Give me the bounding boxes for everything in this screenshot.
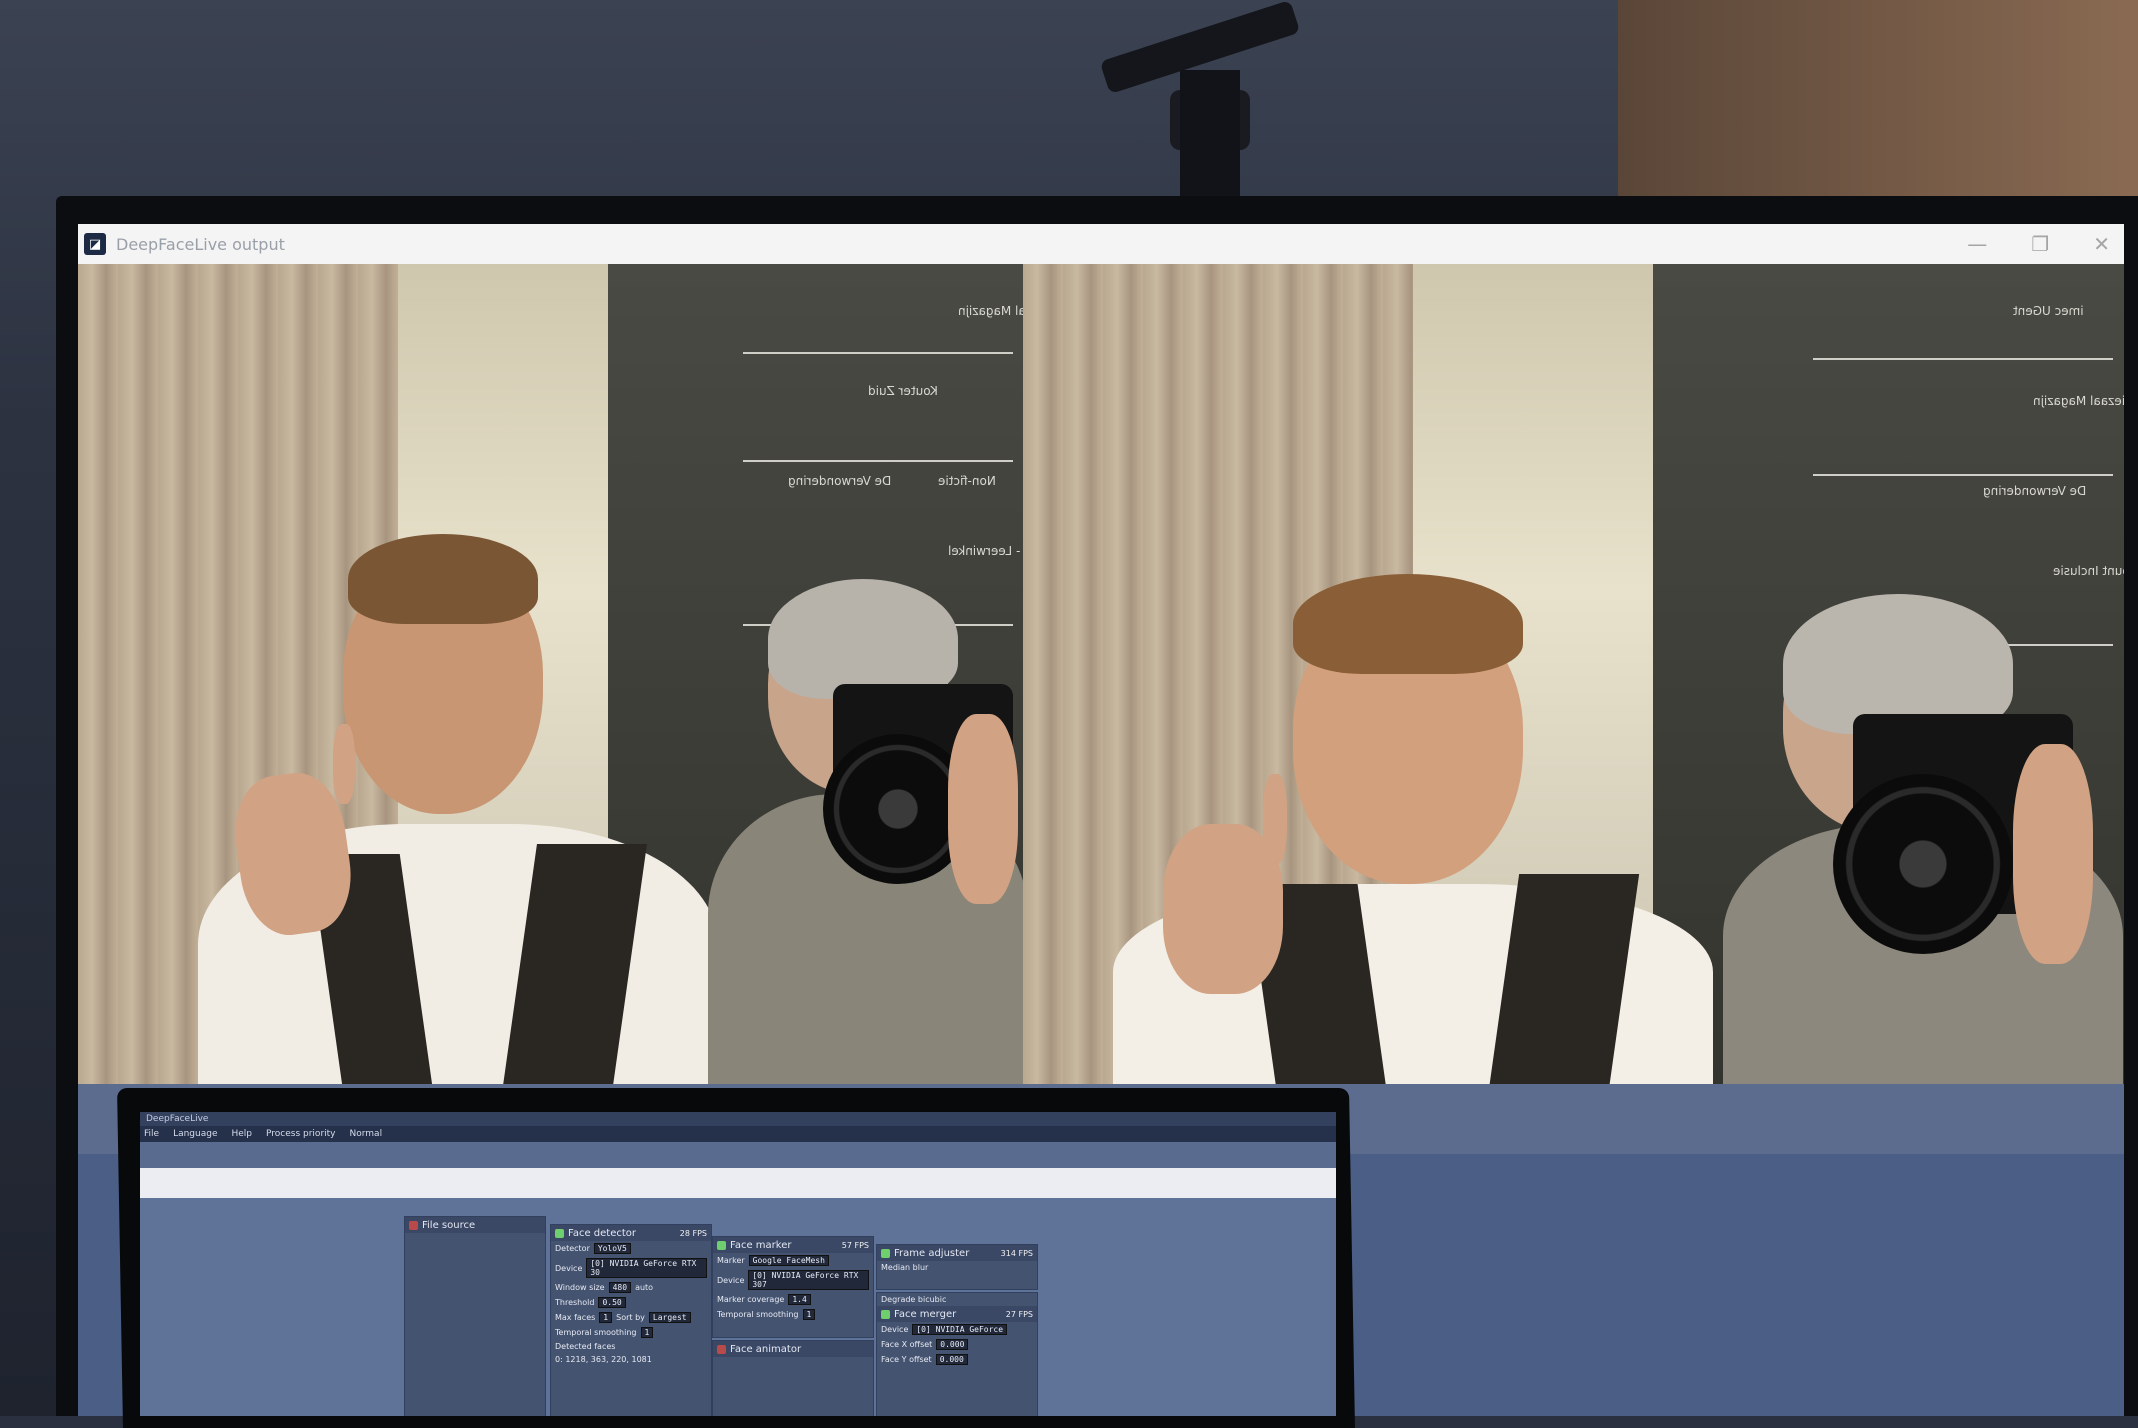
window-controls: — ❐ ✕: [1967, 224, 2110, 264]
menu-help[interactable]: Help: [231, 1126, 252, 1142]
device-select[interactable]: [0] NVIDIA GeForce RTX 30: [586, 1258, 707, 1278]
sort-by-label: Sort by: [616, 1313, 645, 1322]
maximize-button[interactable]: ❐: [2031, 232, 2049, 256]
degrade-bicubic-label: Degrade bicubic: [881, 1295, 947, 1304]
detected-faces-label: Detected faces: [555, 1342, 616, 1351]
face-y-offset-spinbox[interactable]: 0.000: [935, 1354, 968, 1365]
power-icon[interactable]: [881, 1248, 890, 1258]
device-select[interactable]: [0] NVIDIA GeForce RTX 307: [748, 1270, 869, 1290]
device-label: Device: [555, 1263, 583, 1273]
sign-text: De Stap - Leerwinkel: [948, 544, 1023, 558]
panel-title: Face marker: [730, 1239, 792, 1251]
sign-text: Studiezaal Magazijn: [958, 304, 1023, 318]
threshold-label: Threshold: [555, 1298, 595, 1307]
close-button[interactable]: ✕: [2093, 232, 2110, 256]
power-icon[interactable]: [555, 1228, 564, 1238]
temporal-smoothing-label: Temporal smoothing: [555, 1328, 637, 1337]
sign-text: Non-fictie: [938, 474, 996, 488]
sign-text: Studiezaal Magazijn: [2033, 394, 2124, 408]
max-faces-label: Max faces: [555, 1313, 596, 1322]
panel-title: Frame adjuster: [894, 1247, 970, 1259]
window-titlebar: ◪ DeepFaceLive output — ❐ ✕: [78, 224, 2124, 264]
panel-area: File source Face detector 28 FPS Detecto…: [140, 1168, 1336, 1416]
panel-title: Face animator: [730, 1343, 802, 1355]
window-size-label: Window size: [555, 1283, 605, 1292]
sign-text: De Verwondering: [788, 474, 892, 488]
device-label: Device: [717, 1275, 745, 1285]
fps-label: 27 FPS: [1005, 1309, 1033, 1319]
fps-label: 28 FPS: [679, 1228, 707, 1238]
app-icon: ◪: [84, 233, 106, 255]
marker-select[interactable]: Google FaceMesh: [748, 1255, 829, 1266]
fps-label: 57 FPS: [841, 1240, 869, 1250]
laptop-screen: DeepFaceLive File Language Help Process …: [140, 1112, 1336, 1416]
detector-label: Detector: [555, 1244, 590, 1253]
marker-coverage-label: Marker coverage: [717, 1295, 785, 1304]
marker-label: Marker: [717, 1256, 745, 1265]
output-window: ◪ DeepFaceLive output — ❐ ✕ Studiezaal M…: [78, 224, 2124, 1154]
sign-text: De Verwondering: [1983, 484, 2087, 498]
panel-title: File source: [422, 1219, 476, 1231]
detected-faces-value: 0: 1218, 363, 220, 1081: [555, 1355, 652, 1364]
video-area: Studiezaal Magazijn Kouter Zuid Non-fict…: [78, 264, 2124, 1084]
max-faces-spinbox[interactable]: 1: [599, 1312, 613, 1323]
sign-text: Steunpunt Inclusie: [2053, 564, 2124, 578]
power-icon[interactable]: [881, 1309, 890, 1319]
panel-title: Face merger: [894, 1308, 957, 1320]
threshold-spinbox[interactable]: 0.50: [598, 1297, 626, 1308]
minimize-button[interactable]: —: [1967, 232, 1987, 256]
frame-adjuster-panel: Frame adjuster 314 FPS Median blur: [876, 1244, 1038, 1290]
face-marker-panel: Face marker 57 FPS Marker Google FaceMesh…: [712, 1236, 874, 1338]
source-video-pane: Studiezaal Magazijn Kouter Zuid Non-fict…: [78, 264, 1023, 1084]
detector-select[interactable]: YoloV5: [593, 1243, 631, 1254]
face-detector-panel: Face detector 28 FPS Detector YoloV5 Devi…: [550, 1224, 712, 1416]
temporal-smoothing-label: Temporal smoothing: [717, 1310, 799, 1319]
window-size-select[interactable]: 480: [608, 1282, 632, 1293]
power-icon[interactable]: [717, 1240, 726, 1250]
sign-text: imec UGent: [2013, 304, 2084, 318]
face-y-offset-label: Face Y offset: [881, 1355, 932, 1364]
power-icon[interactable]: [409, 1220, 418, 1230]
menu-file[interactable]: File: [144, 1126, 159, 1142]
temporal-smoothing-spinbox[interactable]: 1: [640, 1327, 654, 1338]
face-x-offset-spinbox[interactable]: 0.000: [936, 1339, 969, 1350]
sign-text: Kouter Zuid: [868, 384, 938, 398]
face-merger-panel: Degrade bicubic Face merger 27 FPS Devic…: [876, 1292, 1038, 1416]
output-video-pane: imec UGent Studiezaal Magazijn De Verwon…: [1023, 264, 2124, 1084]
panel-top-strip: [140, 1168, 1336, 1198]
face-x-offset-label: Face X offset: [881, 1340, 933, 1349]
marker-coverage-spinbox[interactable]: 1.4: [788, 1294, 811, 1305]
panel-title: Face detector: [568, 1227, 637, 1239]
file-source-panel: File source: [404, 1216, 546, 1416]
auto-label: auto: [635, 1283, 654, 1292]
control-app-menubar: File Language Help Process priority Norm…: [140, 1126, 1336, 1142]
process-priority-select[interactable]: Normal: [350, 1126, 383, 1142]
device-label: Device: [881, 1325, 909, 1334]
window-title: DeepFaceLive output: [116, 234, 285, 254]
face-animator-panel: Face animator: [712, 1340, 874, 1416]
temporal-smoothing-spinbox[interactable]: 1: [802, 1309, 816, 1320]
menu-process-priority: Process priority: [266, 1129, 336, 1139]
control-app-titlebar: DeepFaceLive: [140, 1112, 1336, 1126]
median-blur-label: Median blur: [881, 1263, 929, 1272]
fps-label: 314 FPS: [1000, 1248, 1033, 1258]
wall-background: [1618, 0, 2138, 210]
sort-by-select[interactable]: Largest: [648, 1312, 691, 1323]
tripod: [1099, 0, 1301, 210]
device-select[interactable]: [0] NVIDIA GeForce: [912, 1324, 1008, 1335]
power-icon[interactable]: [717, 1344, 726, 1354]
menu-language[interactable]: Language: [173, 1126, 217, 1142]
